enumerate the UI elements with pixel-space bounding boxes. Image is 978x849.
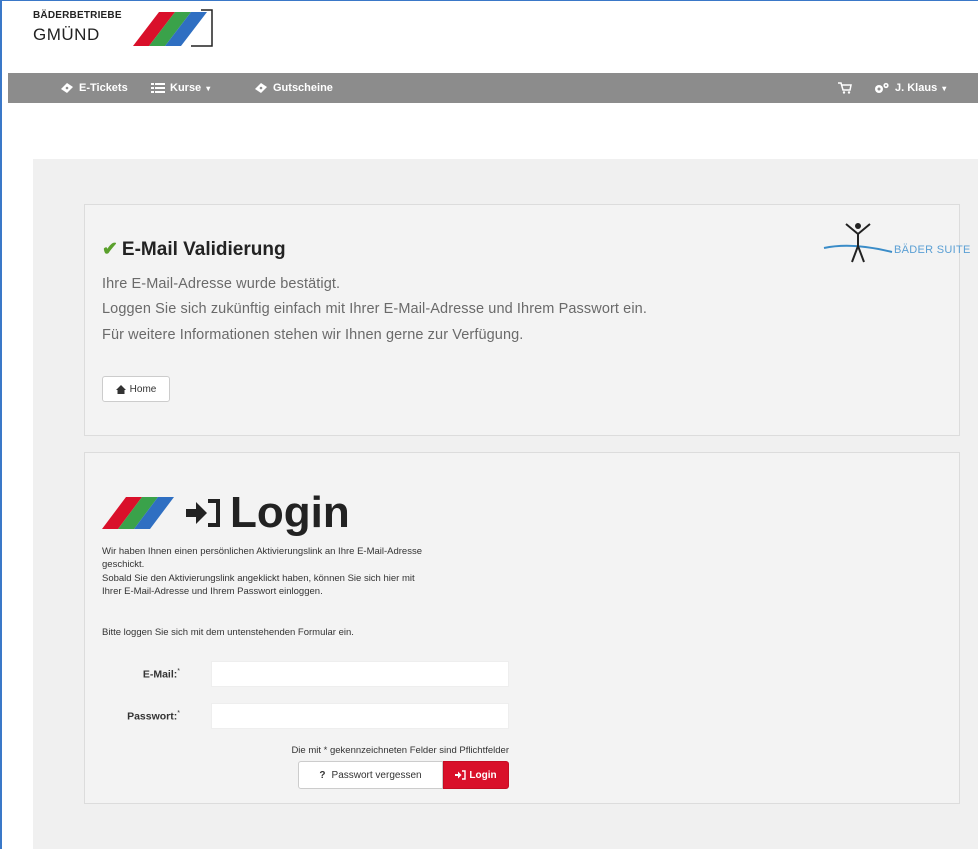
password-label: Passwort:*: [127, 710, 180, 723]
brand-stripes-icon: [102, 497, 174, 529]
home-button[interactable]: Home: [102, 376, 170, 402]
login-heading: Login: [102, 488, 350, 538]
login-button-label: Login: [469, 769, 497, 781]
login-info-line-5: Bitte loggen Sie sich mit dem untenstehe…: [102, 627, 354, 638]
email-field[interactable]: [211, 661, 509, 687]
logo-stripes-icon: [133, 9, 213, 47]
chevron-down-icon: ▾: [206, 83, 211, 93]
sign-in-icon: [186, 499, 220, 527]
nav-gutscheine[interactable]: Gutscheine: [254, 73, 333, 103]
home-icon: [115, 384, 126, 394]
login-info-line-1: Wir haben Ihnen einen persönlichen Aktiv…: [102, 546, 423, 557]
nav-user-label: J. Klaus: [895, 82, 938, 94]
required-fields-note: Die mit * gekennzeichneten Felder sind P…: [291, 745, 509, 756]
window-frame-top: [0, 0, 978, 1]
question-icon: ?: [319, 769, 326, 781]
swimmer-icon: [823, 223, 893, 263]
validation-line-2: Loggen Sie sich zukünftig einfach mit Ih…: [102, 301, 647, 317]
login-title: Login: [230, 488, 350, 537]
email-label: E-Mail:*: [142, 668, 180, 681]
logo-text-top: BÄDERBETRIEBE: [33, 10, 122, 21]
ticket-icon: [255, 83, 267, 93]
forgot-password-button[interactable]: ? Passwort vergessen: [298, 761, 443, 789]
main-navbar: E-Tickets Kurse ▾ Gutscheine J. Klaus ▾: [8, 73, 978, 103]
suite-logo-text: BÄDER SUITE: [894, 244, 971, 256]
forgot-password-label: Passwort vergessen: [331, 769, 422, 781]
nav-etickets-label: E-Tickets: [79, 82, 128, 94]
login-info-line-3: Sobald Sie den Aktivierungslink angeklic…: [102, 573, 415, 584]
nav-cart[interactable]: [838, 73, 852, 103]
nav-kurse[interactable]: Kurse ▾: [151, 73, 210, 103]
validation-line-3: Für weitere Informationen stehen wir Ihn…: [102, 327, 524, 343]
nav-kurse-label: Kurse: [170, 82, 202, 94]
site-logo[interactable]: BÄDERBETRIEBE GMÜND: [33, 8, 213, 48]
nav-etickets[interactable]: E-Tickets: [60, 73, 128, 103]
login-info-line-2: geschickt.: [102, 559, 145, 570]
window-frame-left: [0, 0, 2, 849]
sign-in-icon: [455, 770, 467, 780]
ticket-icon: [61, 83, 73, 93]
logo-text-bottom: GMÜND: [33, 25, 100, 44]
nav-gutscheine-label: Gutscheine: [273, 82, 333, 94]
chevron-down-icon: ▾: [942, 83, 947, 93]
home-button-label: Home: [129, 383, 157, 395]
password-field[interactable]: [211, 703, 509, 729]
validation-title-text: E-Mail Validierung: [121, 238, 286, 260]
nav-user-menu[interactable]: J. Klaus ▾: [874, 73, 946, 103]
validation-line-1: Ihre E-Mail-Adresse wurde bestätigt.: [102, 276, 341, 292]
gears-icon: [875, 82, 889, 93]
login-button[interactable]: Login: [443, 761, 509, 789]
checkmark-icon: ✔: [102, 239, 118, 260]
validation-title: ✔ E-Mail Validierung: [102, 238, 286, 261]
list-icon: [151, 83, 165, 93]
baeder-suite-logo: BÄDER SUITE: [822, 218, 978, 268]
cart-icon: [838, 82, 852, 94]
login-info-line-4: Ihrer E-Mail-Adresse und Ihrem Passwort …: [102, 586, 323, 597]
